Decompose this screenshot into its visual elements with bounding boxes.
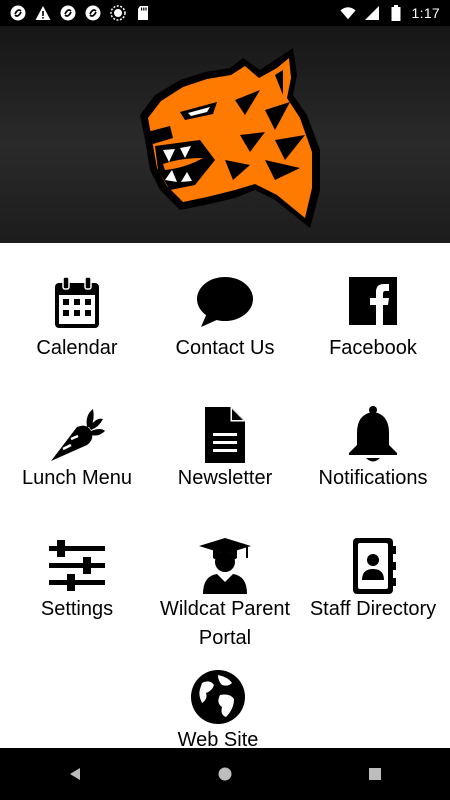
home-icon xyxy=(218,767,232,781)
menu-item-web-site[interactable]: Web Site xyxy=(143,667,293,748)
status-bar: 1:17 xyxy=(0,0,450,26)
menu-item-notifications[interactable]: Notifications xyxy=(298,405,448,494)
menu-label-facebook: Facebook xyxy=(329,337,417,359)
status-time: 1:17 xyxy=(411,5,440,21)
menu-item-staff-directory[interactable]: Staff Directory xyxy=(298,536,448,625)
chat-bubble-icon xyxy=(197,277,253,327)
contact-book-icon xyxy=(353,538,396,594)
sync-icon xyxy=(85,5,101,21)
menu-label-parent-portal-line2: Portal xyxy=(198,627,252,649)
menu-grid: Calendar Contact Us Facebook Lunch Menu xyxy=(0,243,450,748)
wifi-icon xyxy=(339,5,356,21)
menu-label-parent-portal-line1: Wildcat Parent xyxy=(159,598,291,620)
menu-item-facebook[interactable]: Facebook xyxy=(298,275,448,364)
menu-item-parent-portal[interactable]: Wildcat Parent Portal xyxy=(150,536,300,654)
menu-label-web-site: Web Site xyxy=(177,729,259,748)
menu-item-lunch-menu[interactable]: Lunch Menu xyxy=(2,405,152,494)
carrot-icon xyxy=(51,409,105,461)
menu-item-contact-us[interactable]: Contact Us xyxy=(150,275,300,364)
graduate-icon xyxy=(199,538,251,594)
home-button[interactable] xyxy=(195,754,255,794)
alert-icon xyxy=(35,5,51,21)
back-icon xyxy=(70,768,80,780)
menu-label-staff-directory: Staff Directory xyxy=(309,598,437,620)
menu-label-newsletter: Newsletter xyxy=(177,467,273,489)
menu-label-contact-us: Contact Us xyxy=(175,337,275,359)
sd-card-icon xyxy=(135,5,151,21)
wildcat-logo xyxy=(140,48,320,228)
recents-icon xyxy=(369,768,381,780)
battery-icon xyxy=(388,5,404,21)
menu-label-lunch-menu: Lunch Menu xyxy=(21,467,133,489)
sync-icon xyxy=(60,5,76,21)
menu-label-settings: Settings xyxy=(40,598,114,620)
menu-item-settings[interactable]: Settings xyxy=(2,536,152,625)
menu-label-notifications: Notifications xyxy=(318,467,428,489)
navigation-bar xyxy=(0,748,450,800)
sync-icon xyxy=(10,5,26,21)
signal-icon xyxy=(364,5,380,21)
header-banner xyxy=(0,26,450,243)
globe-icon xyxy=(191,670,245,724)
circle-icon xyxy=(110,5,126,21)
menu-label-calendar: Calendar xyxy=(36,337,118,359)
menu-item-calendar[interactable]: Calendar xyxy=(2,275,152,364)
calendar-icon xyxy=(55,276,99,328)
sliders-icon xyxy=(49,540,105,591)
menu-item-newsletter[interactable]: Newsletter xyxy=(150,405,300,494)
recents-button[interactable] xyxy=(345,754,405,794)
document-icon xyxy=(205,407,245,463)
bell-icon xyxy=(349,406,397,462)
back-button[interactable] xyxy=(45,754,105,794)
facebook-icon xyxy=(349,277,397,325)
